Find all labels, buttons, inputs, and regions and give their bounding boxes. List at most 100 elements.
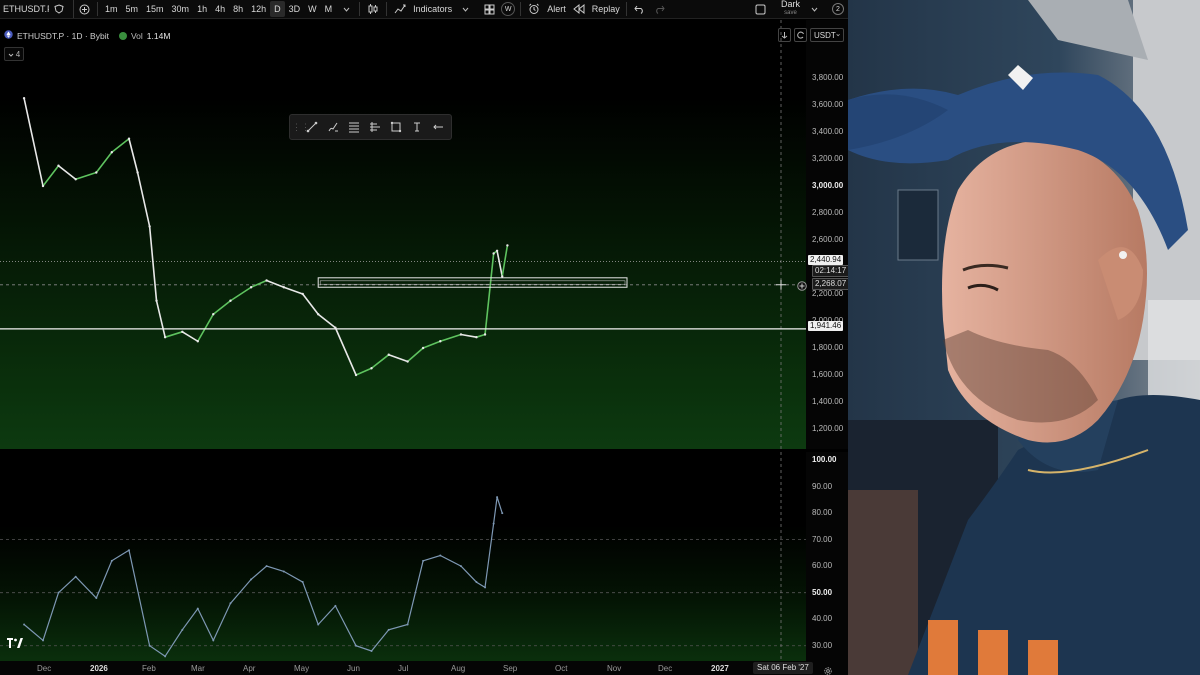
oscillator-tick-label: 100.00 bbox=[812, 455, 837, 464]
chevron-down-icon[interactable] bbox=[806, 1, 822, 17]
watchlist-badge[interactable]: W bbox=[501, 2, 516, 16]
level-price-tag: 1,941.46 bbox=[808, 321, 844, 331]
add-alert-plus-icon[interactable] bbox=[797, 278, 807, 296]
shield-icon bbox=[51, 1, 67, 17]
eye-icon[interactable] bbox=[118, 31, 127, 40]
floating-drawing-toolbar: ⋮⋮ bbox=[289, 114, 452, 140]
time-tick-label: Oct bbox=[555, 664, 568, 673]
price-tick-label: 2,600.00 bbox=[812, 235, 844, 244]
pitchfork-icon[interactable] bbox=[366, 118, 384, 136]
replay-button[interactable]: Replay bbox=[589, 4, 623, 14]
layout-count-badge[interactable]: 2 bbox=[832, 3, 844, 15]
timeframe-w-button[interactable]: W bbox=[304, 1, 321, 17]
divider bbox=[625, 2, 627, 16]
trend-line-icon[interactable] bbox=[303, 118, 321, 136]
timeframe-30m-button[interactable]: 30m bbox=[168, 1, 194, 17]
volume-value: 1.14M bbox=[146, 30, 171, 41]
alert-button[interactable]: Alert bbox=[544, 4, 569, 14]
price-tick-label: 3,200.00 bbox=[812, 154, 844, 163]
countdown-tag: 02:14:17 bbox=[812, 265, 848, 277]
candle-type-icon[interactable] bbox=[365, 1, 381, 17]
oscillator-tick-label: 50.00 bbox=[812, 587, 833, 597]
timeframe-1m-button[interactable]: 1m bbox=[101, 1, 122, 17]
time-tick-label: Dec bbox=[37, 664, 52, 673]
timeframe-m-button[interactable]: M bbox=[321, 1, 337, 17]
time-tick-label: Sep bbox=[503, 664, 518, 673]
timeframe-4h-button[interactable]: 4h bbox=[211, 1, 229, 17]
layout-save-button[interactable]: Dark save bbox=[781, 0, 800, 18]
timeframe-d-button[interactable]: D bbox=[270, 1, 285, 17]
cursor-price-tag: 2,268.07 bbox=[812, 278, 848, 290]
time-tick-label: 2027 bbox=[711, 664, 729, 673]
chart-legend[interactable]: ETHUSDT.P · 1D · Bybit Vol 1.14M bbox=[4, 30, 170, 41]
price-tick-label: 2,800.00 bbox=[812, 208, 844, 217]
arrow-left-icon[interactable] bbox=[429, 118, 447, 136]
time-tick-label: Jul bbox=[398, 664, 409, 673]
webcam-overlay bbox=[848, 0, 1200, 675]
symbol-name: ETHUSDT.P bbox=[3, 4, 49, 14]
price-pane[interactable] bbox=[0, 20, 806, 449]
time-tick-label: Aug bbox=[451, 664, 466, 673]
oscillator-tick-label: 90.00 bbox=[812, 481, 833, 491]
currency-selector[interactable]: USDT bbox=[810, 28, 844, 42]
oscillator-tick-label: 70.00 bbox=[812, 534, 833, 544]
divider bbox=[359, 2, 361, 16]
timeframe-5m-button[interactable]: 5m bbox=[122, 1, 143, 17]
time-tick-label: Feb bbox=[142, 664, 156, 673]
currency-label: USDT bbox=[814, 30, 836, 40]
chevron-down-icon bbox=[8, 50, 14, 59]
add-symbol-icon[interactable] bbox=[76, 1, 92, 17]
volume-label: Vol bbox=[130, 30, 143, 41]
chevron-down-icon bbox=[836, 34, 840, 37]
chevron-down-icon[interactable] bbox=[457, 1, 473, 17]
price-tick-label: 1,400.00 bbox=[812, 397, 844, 406]
legend-collapse-button[interactable]: 4 bbox=[4, 47, 24, 61]
divider bbox=[97, 2, 98, 16]
symbol-search[interactable]: ETHUSDT.P bbox=[0, 0, 74, 18]
brush-icon[interactable] bbox=[324, 118, 342, 136]
oscillator-tick-label: 40.00 bbox=[812, 614, 833, 624]
legend-title[interactable]: ETHUSDT.P · 1D · Bybit bbox=[17, 31, 109, 41]
oscillator-tick-label: 60.00 bbox=[812, 561, 833, 571]
chevron-down-icon[interactable] bbox=[338, 1, 354, 17]
timeframe-12h-button[interactable]: 12h bbox=[247, 1, 270, 17]
settings-gear-icon[interactable] bbox=[823, 663, 833, 675]
timeframe-8h-button[interactable]: 8h bbox=[229, 1, 247, 17]
redo-icon[interactable] bbox=[652, 1, 668, 17]
layouts-grid-icon[interactable] bbox=[481, 1, 497, 17]
price-tick-label: 3,600.00 bbox=[812, 100, 844, 109]
replay-icon[interactable] bbox=[571, 1, 587, 17]
ethereum-logo-icon bbox=[4, 30, 13, 41]
fib-retracement-icon[interactable] bbox=[345, 118, 363, 136]
text-tool-icon[interactable] bbox=[408, 118, 426, 136]
last-price-tag: 2,440.94 bbox=[808, 255, 844, 265]
chart-top-right-controls: USDT bbox=[778, 28, 844, 42]
drag-handle-icon[interactable]: ⋮⋮ bbox=[292, 122, 310, 133]
arrow-down-icon[interactable] bbox=[778, 28, 791, 42]
tradingview-window: ETHUSDT.P 1m 5m 15m 30m 1h 4h 8h 12h D 3D W M Indic… bbox=[0, 0, 848, 675]
timeframe-3d-button[interactable]: 3D bbox=[285, 1, 305, 17]
timeframe-15m-button[interactable]: 15m bbox=[142, 1, 168, 17]
alarm-clock-icon[interactable] bbox=[526, 1, 542, 17]
tradingview-logo-icon bbox=[6, 637, 24, 652]
undo-icon[interactable] bbox=[632, 1, 648, 17]
indicators-button[interactable]: Indicators bbox=[410, 4, 455, 14]
fullscreen-checkbox-icon[interactable] bbox=[753, 1, 769, 17]
indicators-icon[interactable] bbox=[392, 1, 408, 17]
divider bbox=[386, 2, 388, 16]
cursor-date-label: Sat 06 Feb '27 bbox=[753, 662, 813, 674]
rectangle-icon[interactable] bbox=[387, 118, 405, 136]
time-tick-label: Nov bbox=[607, 664, 622, 673]
time-tick-label: 2026 bbox=[90, 664, 108, 673]
price-tick-label: 3,000.00 bbox=[812, 181, 844, 190]
price-tick-label: 1,200.00 bbox=[812, 424, 844, 433]
streamer-webcam-image bbox=[848, 0, 1200, 675]
oscillator-pane[interactable] bbox=[0, 452, 806, 661]
refresh-icon[interactable] bbox=[794, 28, 807, 42]
layout-save-label: save bbox=[784, 10, 797, 16]
top-toolbar: ETHUSDT.P 1m 5m 15m 30m 1h 4h 8h 12h D 3D W M Indic… bbox=[0, 0, 848, 19]
time-tick-label: Dec bbox=[658, 664, 673, 673]
divider bbox=[520, 2, 522, 16]
timeframe-1h-button[interactable]: 1h bbox=[193, 1, 211, 17]
oscillator-tick-label: 30.00 bbox=[812, 640, 833, 650]
